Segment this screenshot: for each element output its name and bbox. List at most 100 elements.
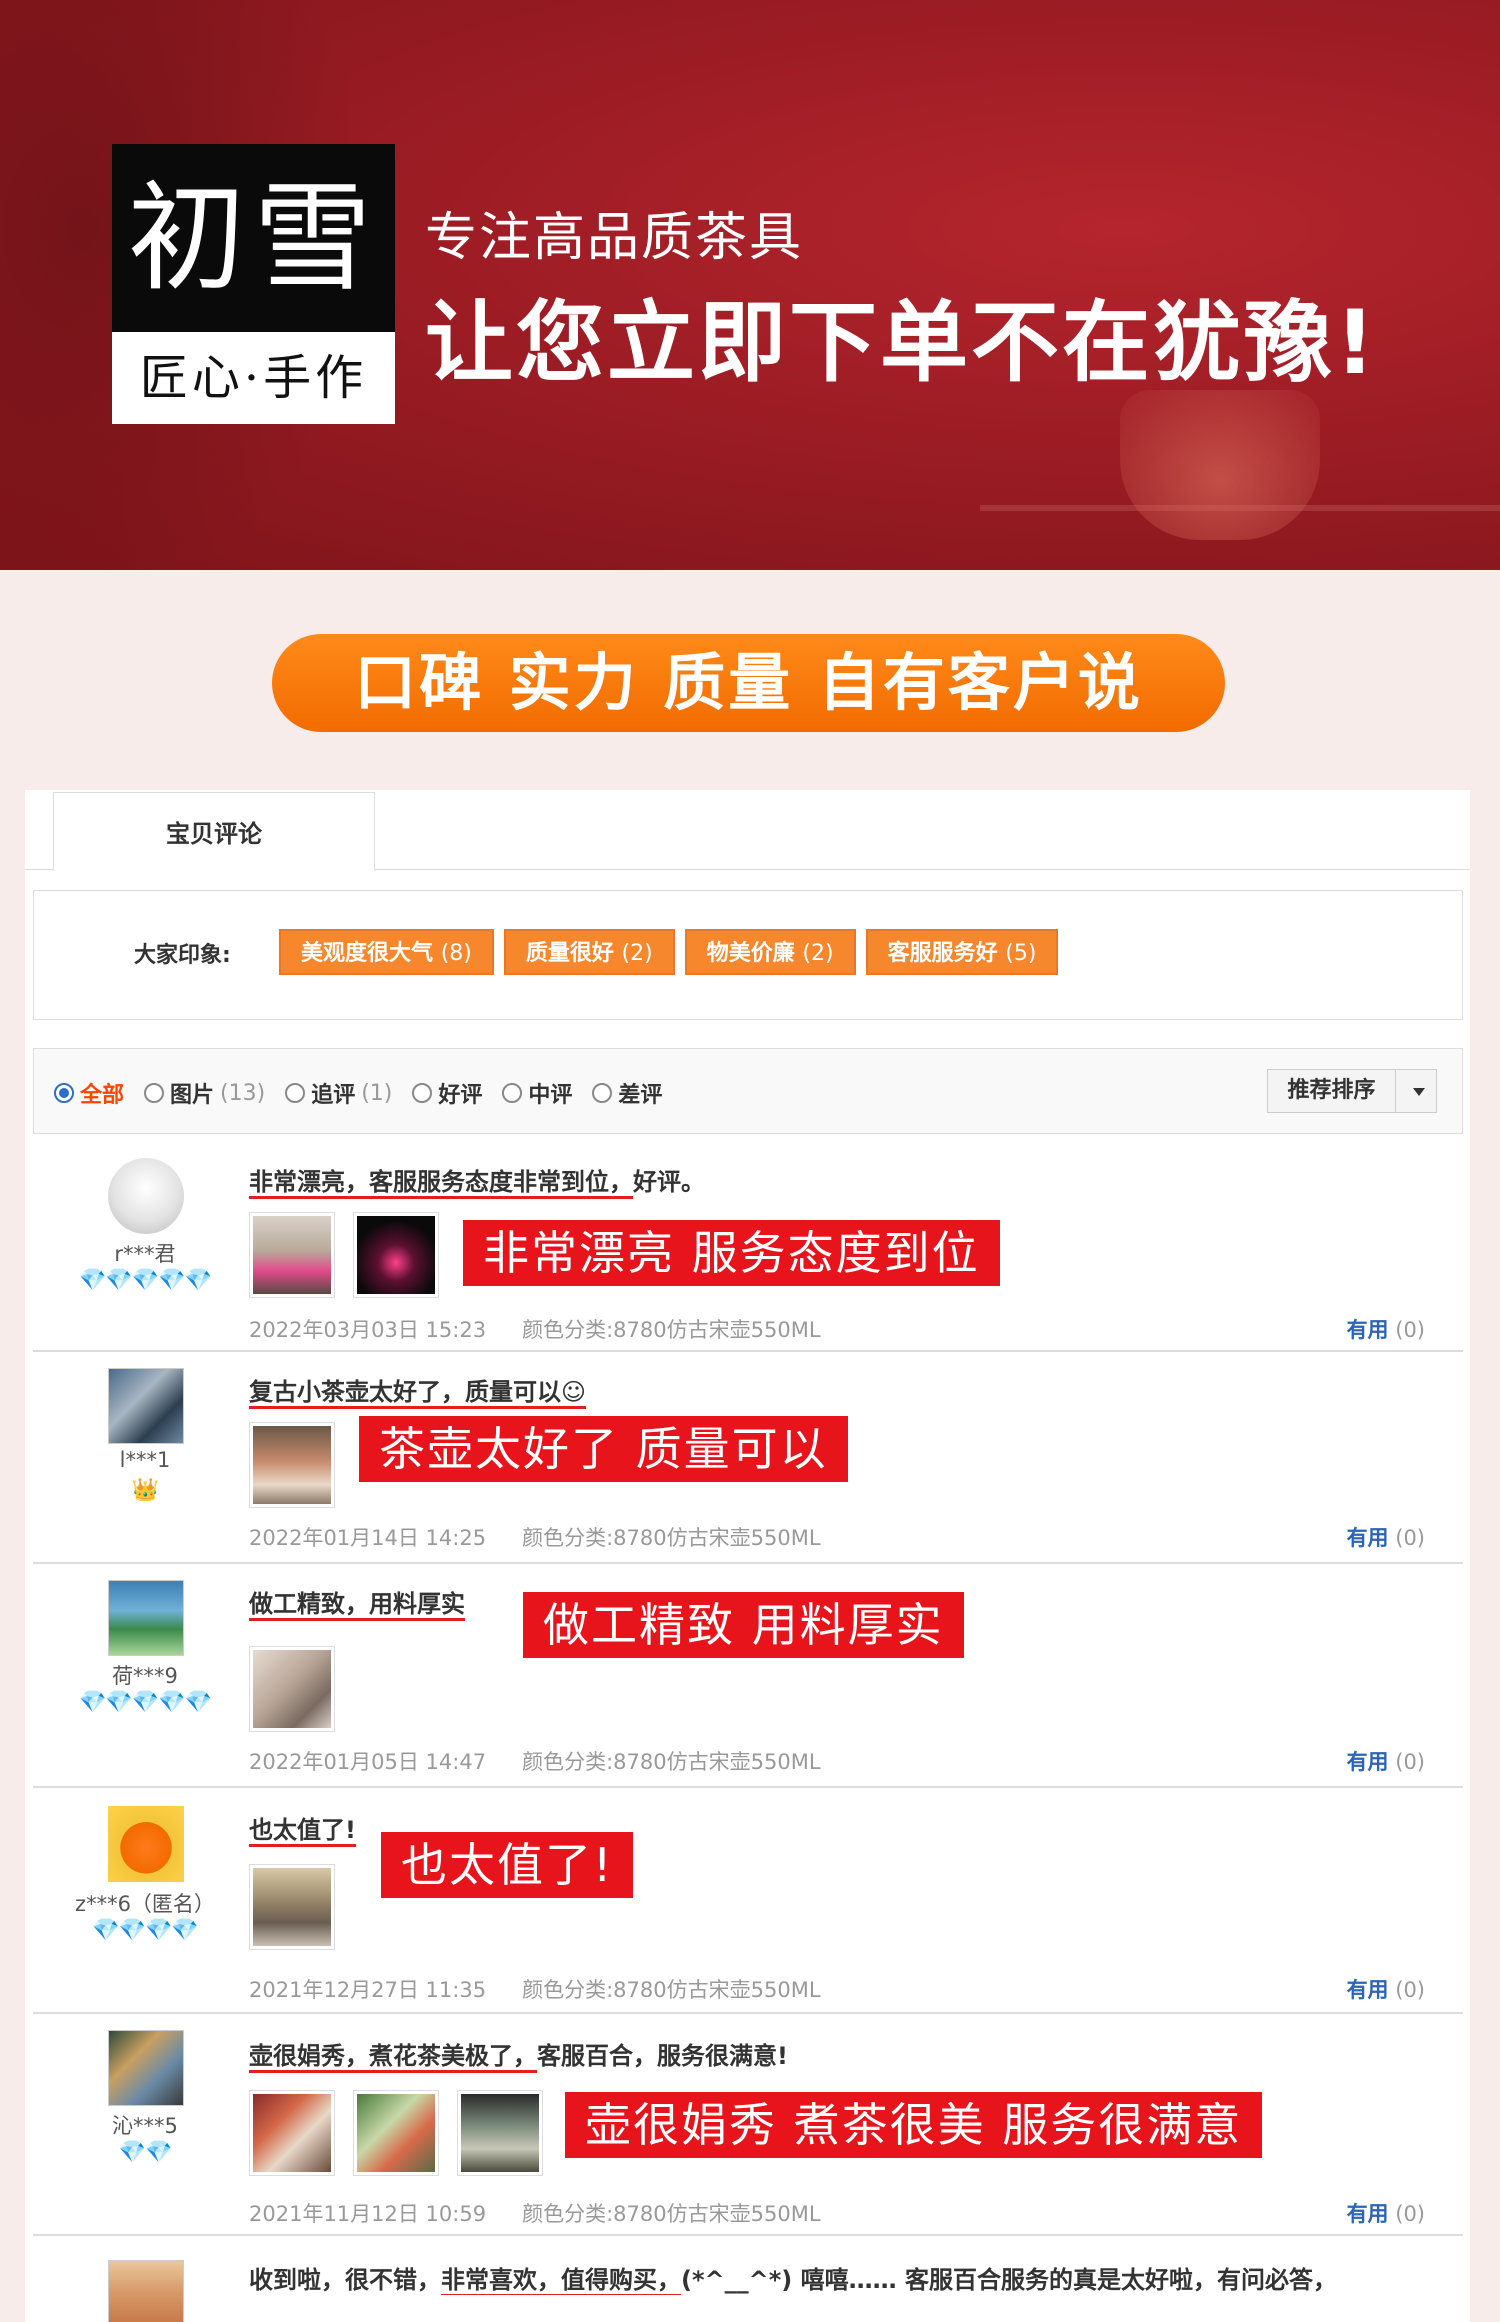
review-text: 非常漂亮，客服服务态度非常到位，好评。 [249,1162,705,1199]
color-label: 颜色分类: [522,1526,614,1550]
review-meta: 2022年03月03日 15:23 颜色分类:8780仿古宋壶550ML [249,1314,821,1344]
review-date: 2022年01月05日 14:47 [249,1750,487,1774]
tag-label: 客服服务好 [887,941,998,966]
filter-negative[interactable]: 差评 [592,1077,662,1109]
radio-icon[interactable] [54,1083,74,1103]
filter-images[interactable]: 图片 (13) [144,1077,265,1109]
review-text-part: (*^__^*) 嘻嘻…… 客服百合服务的真是太好啦，有问必答， [681,2266,1337,2294]
sort-select[interactable]: 推荐排序 [1267,1069,1437,1113]
avatar [108,1158,184,1234]
brand-logo: 初雪 匠心·手作 [112,144,395,424]
useful-label: 有用 [1346,1318,1389,1342]
rank-icon: 💎💎 [118,2140,173,2165]
review-photo[interactable] [353,2090,439,2176]
useful-count: (0) [1395,1526,1425,1550]
review-photo[interactable] [249,1212,335,1298]
crown-icon: 👑 [131,1478,159,1503]
highlight-banner: 做工精致 用料厚实 [523,1592,964,1658]
color-value: 8780仿古宋壶550ML [613,2202,821,2226]
tag-count: (2) [621,941,653,966]
useful-button[interactable]: 有用 (0) [1347,1746,1425,1776]
review-item: 荷***9 💎💎💎💎💎 做工精致，用料厚实 做工精致 用料厚实 2022年01月… [33,1564,1463,1788]
tab-bar: 宝贝评论 [25,790,1470,871]
useful-button[interactable]: 有用 (0) [1347,2198,1425,2228]
filter-label: 差评 [618,1083,663,1108]
impression-tag[interactable]: 质量很好 (2) [503,929,675,975]
filter-count: (13) [220,1080,266,1106]
filter-label: 全部 [80,1083,125,1108]
filter-followup[interactable]: 追评 (1) [285,1077,392,1109]
review-item: 沁***5 💎💎 壶很娟秀，煮花茶美极了，客服百合，服务很满意! 壶很娟秀 煮茶… [33,2014,1463,2236]
filter-positive[interactable]: 好评 [412,1077,482,1109]
avatar [108,1806,184,1882]
radio-icon[interactable] [144,1083,165,1103]
review-item: z***6（匿名） 💎💎💎💎 也太值了! 也太值了! 2021年12月27日 1… [33,1788,1463,2014]
hero-banner: 初雪 匠心·手作 专注高品质茶具 让您立即下单不在犹豫! [0,0,1500,570]
review-photo[interactable] [457,2090,543,2176]
review-photo[interactable] [249,1864,335,1950]
tab-reviews[interactable]: 宝贝评论 [53,792,375,871]
highlight-banner: 非常漂亮 服务态度到位 [463,1220,1000,1286]
avatar [108,1580,184,1656]
color-label: 颜色分类: [522,1750,614,1774]
review-text-part: 复古小茶壶太好了， [249,1378,465,1409]
review-date: 2022年03月03日 15:23 [249,1318,487,1342]
radio-icon[interactable] [412,1083,433,1103]
review-text: 复古小茶壶太好了，质量可以☺ [249,1372,587,1409]
highlight-banner: 也太值了! [381,1832,634,1898]
highlight-banner: 壶很娟秀 煮茶很美 服务很满意 [565,2092,1263,2158]
radio-icon[interactable] [502,1083,523,1103]
review-text-part: 非常漂亮， [249,1168,369,1199]
avatar [108,2030,184,2106]
reviewer-name: l***1 [119,1448,171,1472]
useful-button[interactable]: 有用 (0) [1347,1522,1425,1552]
review-date: 2021年12月27日 11:35 [249,1978,487,2002]
review-photo[interactable] [249,1646,335,1732]
impression-tag[interactable]: 美观度很大气 (8) [279,929,494,975]
useful-button[interactable]: 有用 (0) [1347,1974,1425,2004]
impression-tag[interactable]: 物美价廉 (2) [684,929,856,975]
radio-icon[interactable] [592,1083,613,1103]
filter-neutral[interactable]: 中评 [502,1077,572,1109]
review-photos [249,1646,335,1732]
review-photo[interactable] [353,1212,439,1298]
review-text-part: 煮花茶美极了， [369,2042,537,2073]
avatar [108,2260,184,2322]
review-date: 2022年01月14日 14:25 [249,1526,487,1550]
review-photo[interactable] [249,1422,335,1508]
review-meta: 2022年01月05日 14:47 颜色分类:8780仿古宋壶550ML [249,1746,821,1776]
rank-icon: 💎💎💎💎 [92,1918,199,1943]
review-text-part: 收到啦，很不错， [249,2266,441,2294]
filter-label: 追评 [311,1083,356,1108]
slogan-small: 专注高品质茶具 [425,208,804,268]
useful-label: 有用 [1346,1750,1389,1774]
review-text-part: 做工精致， [249,1590,369,1621]
tag-label: 美观度很大气 [301,941,434,966]
review-text: 壶很娟秀，煮花茶美极了，客服百合，服务很满意! [249,2036,788,2073]
review-photos [249,2090,543,2176]
impression-box: 大家印象: 美观度很大气 (8) 质量很好 (2) 物美价廉 (2) 客服服务好… [33,890,1463,1020]
impression-tags: 美观度很大气 (8) 质量很好 (2) 物美价廉 (2) 客服服务好 (5) [279,929,1059,975]
useful-label: 有用 [1346,1978,1389,2002]
review-item: l***1 👑 复古小茶壶太好了，质量可以☺ 茶壶太好了 质量可以 2022年0… [33,1352,1463,1564]
review-text-part: 用料厚实 [369,1590,465,1621]
reviewer-name: 沁***5 [112,2114,178,2138]
filter-all[interactable]: 全部 [54,1077,124,1109]
color-value: 8780仿古宋壶550ML [613,1318,821,1342]
reviewer-name: 荷***9 [112,1664,178,1688]
reviewer-name: z***6（匿名） [75,1892,215,1916]
avatar [108,1368,184,1444]
review-text: 也太值了! [249,1810,356,1847]
useful-button[interactable]: 有用 (0) [1347,1314,1425,1344]
review-date: 2021年11月12日 10:59 [249,2202,487,2226]
color-label: 颜色分类: [522,1318,614,1342]
filter-options: 全部 图片 (13) 追评 (1) 好评 中评 差评 [54,1077,662,1109]
review-text-part: 非常喜欢，值得购买， [441,2266,681,2295]
tag-count: (5) [1005,941,1037,966]
radio-icon[interactable] [285,1083,306,1103]
tag-label: 质量很好 [525,941,614,966]
impression-tag[interactable]: 客服服务好 (5) [865,929,1059,975]
review-text-part: 质量可以☺ [465,1378,587,1409]
review-photo[interactable] [249,2090,335,2176]
chevron-down-icon[interactable] [1413,1088,1425,1096]
